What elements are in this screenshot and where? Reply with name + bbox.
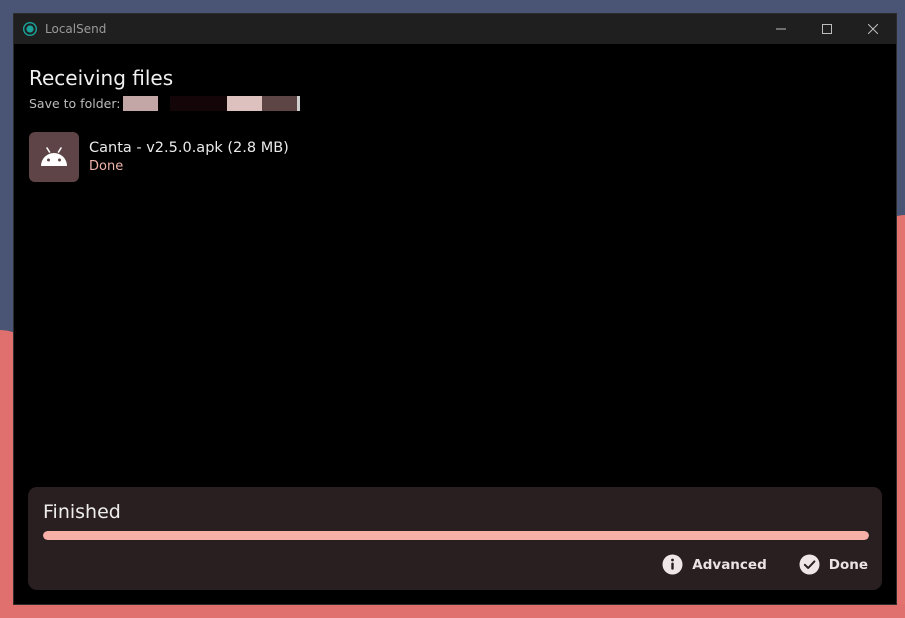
file-status: Done: [89, 159, 124, 174]
file-name: Canta - v2.5.0.apk (2.8 MB): [89, 140, 289, 156]
close-button[interactable]: [850, 14, 896, 44]
file-info: Canta - v2.5.0.apk (2.8 MB) Done: [89, 138, 289, 176]
progress-bar-fill: [43, 531, 869, 540]
progress-bar: [43, 531, 869, 540]
maximize-button[interactable]: [804, 14, 850, 44]
window-controls: [758, 14, 896, 44]
transfer-status-card: Finished Advanced Done: [28, 487, 882, 590]
done-button-label: Done: [828, 556, 868, 573]
minimize-button[interactable]: [758, 14, 804, 44]
card-actions: Advanced Done: [630, 554, 868, 575]
localsend-logo-icon: [23, 22, 37, 36]
save-folder-row: Save to folder:: [29, 95, 301, 111]
minimize-icon: [776, 28, 786, 30]
transfer-status-text: Finished: [43, 501, 121, 523]
main-content: Receiving files Save to folder: Canta - …: [14, 44, 896, 604]
info-icon: [662, 554, 683, 575]
localsend-window: LocalSend Receiving files Save to folder…: [13, 13, 897, 605]
maximize-icon: [822, 24, 832, 34]
advanced-button[interactable]: Advanced: [662, 554, 767, 575]
window-title: LocalSend: [45, 22, 107, 36]
save-folder-label: Save to folder:: [29, 95, 121, 111]
page-title: Receiving files: [29, 66, 174, 90]
advanced-button-label: Advanced: [692, 556, 767, 573]
done-button[interactable]: Done: [799, 554, 868, 575]
check-circle-icon: [799, 554, 820, 575]
close-icon: [868, 24, 878, 34]
redacted-folder-path: [123, 95, 301, 111]
file-thumbnail: [29, 132, 79, 182]
wallpaper-shape-bottom: [0, 604, 905, 618]
title-bar[interactable]: LocalSend: [14, 14, 896, 44]
android-icon: [41, 147, 67, 166]
file-list-item: Canta - v2.5.0.apk (2.8 MB) Done: [29, 132, 289, 182]
